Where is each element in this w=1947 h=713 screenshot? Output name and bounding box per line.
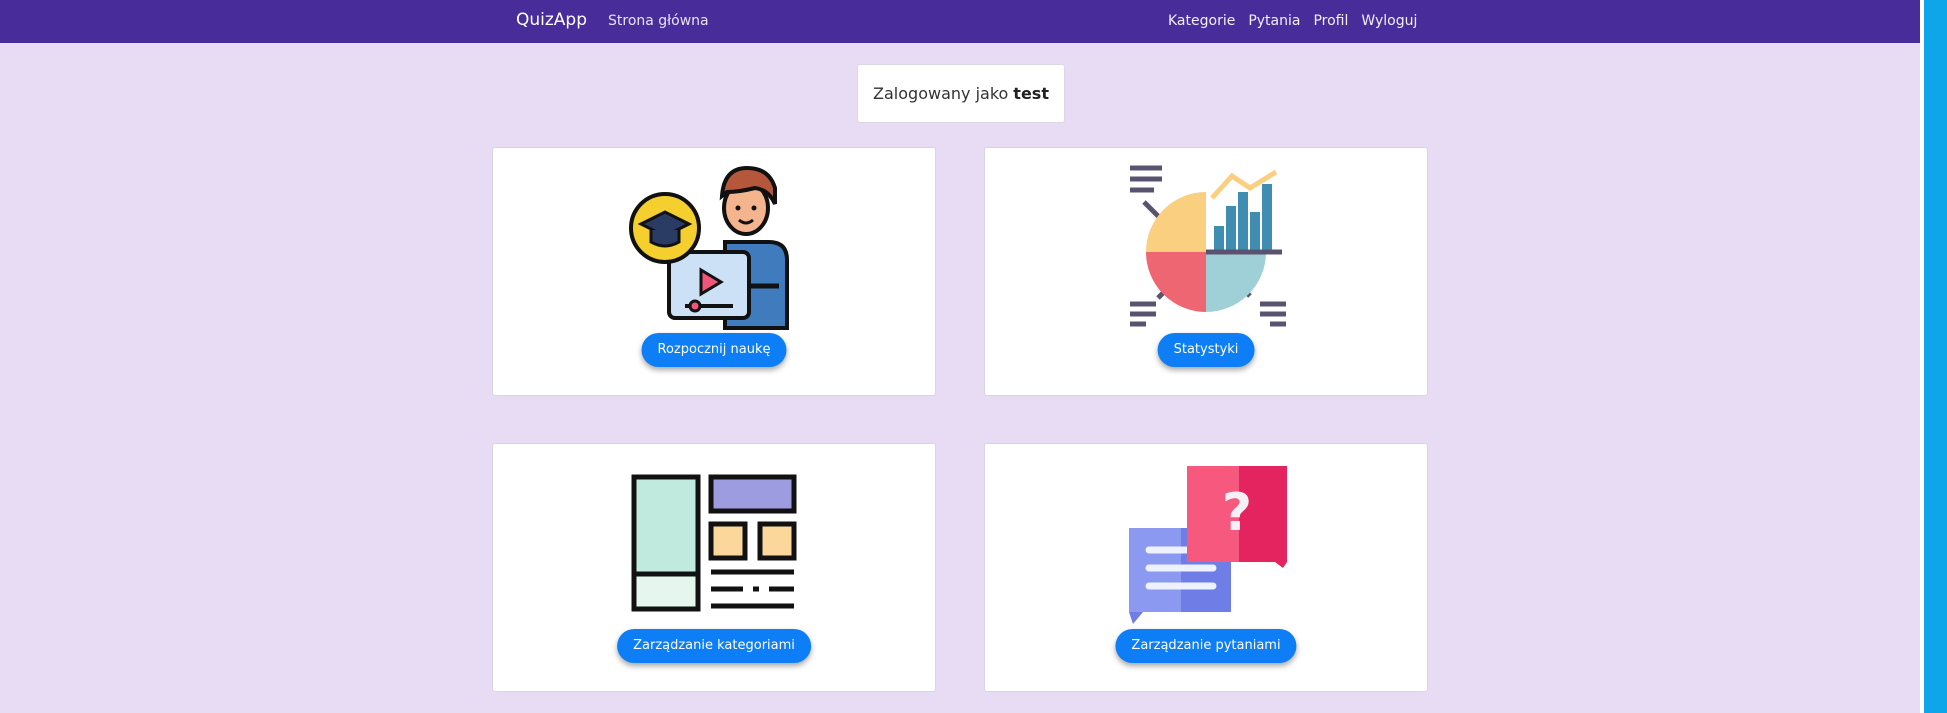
nav-questions-link[interactable]: Pytania <box>1248 13 1300 29</box>
layout-categories-icon <box>631 474 797 612</box>
svg-text:?: ? <box>1222 483 1252 543</box>
brand-link[interactable]: QuizApp <box>516 10 587 30</box>
manage-questions-button[interactable]: Zarządzanie pytaniami <box>1115 629 1297 663</box>
question-chat-icon: ? <box>1129 466 1287 624</box>
statistics-chart-icon <box>1130 165 1286 327</box>
nav-logout-link[interactable]: Wyloguj <box>1361 13 1417 29</box>
start-learning-button[interactable]: Rozpocznij naukę <box>641 333 787 367</box>
card-manage-categories: Zarządzanie kategoriami <box>492 443 936 692</box>
nav-home-link[interactable]: Strona główna <box>608 13 709 29</box>
card-manage-questions: ? Zarządzanie pytaniami <box>984 443 1428 692</box>
statistics-button[interactable]: Statystyki <box>1157 333 1255 367</box>
nav-categories-link[interactable]: Kategorie <box>1168 13 1235 29</box>
manage-categories-button[interactable]: Zarządzanie kategoriami <box>617 629 811 663</box>
teacher-online-icon <box>629 165 789 330</box>
card-statistics: Statystyki <box>984 147 1428 396</box>
card-start-learning: Rozpocznij naukę <box>492 147 936 396</box>
nav-right-links: Kategorie Pytania Profil Wyloguj <box>1168 13 1417 29</box>
nav-profile-link[interactable]: Profil <box>1313 13 1348 29</box>
login-prefix: Zalogowany jako <box>873 84 1009 103</box>
navbar: QuizApp Strona główna Kategorie Pytania … <box>0 0 1920 43</box>
login-status-box: Zalogowany jako test <box>857 64 1065 123</box>
window-edge <box>1920 0 1947 713</box>
login-username: test <box>1013 84 1049 103</box>
